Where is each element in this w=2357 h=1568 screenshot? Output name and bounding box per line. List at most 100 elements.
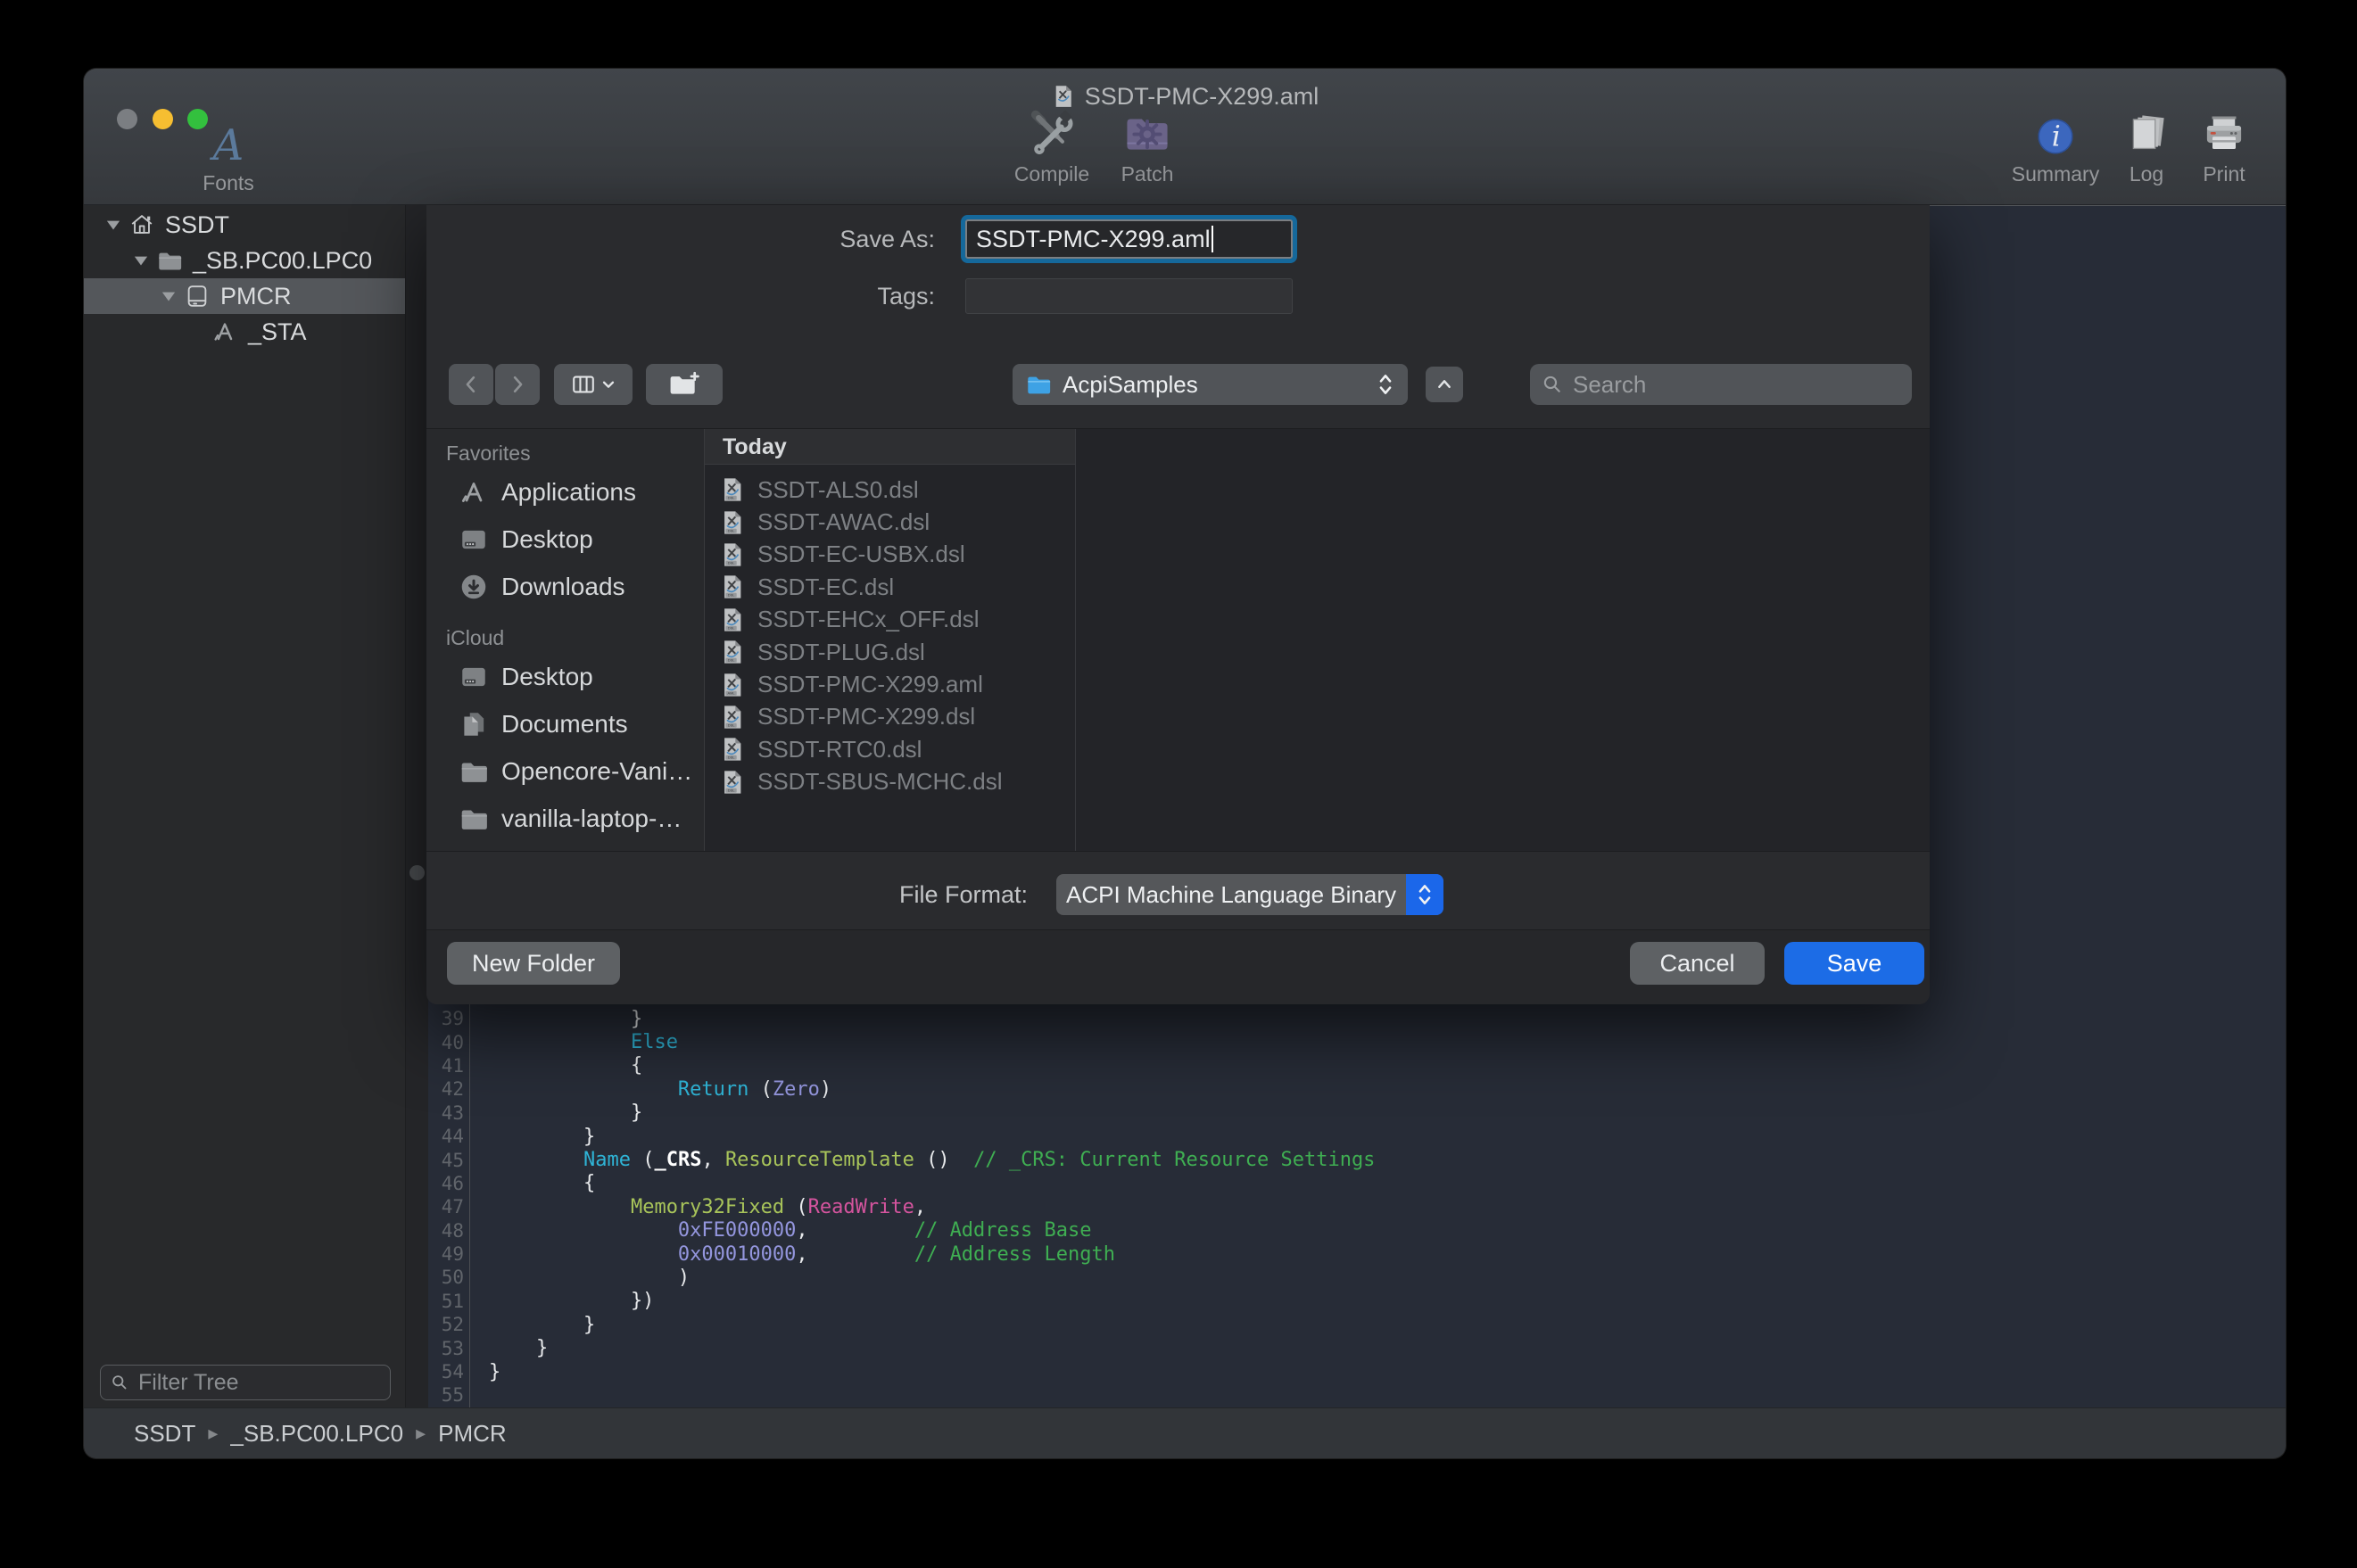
- chevron-right-icon: [506, 373, 529, 396]
- filter-tree-input[interactable]: [136, 1369, 381, 1397]
- line-number: 41: [428, 1055, 464, 1077]
- tree-item-label: _SB.PC00.LPC0: [193, 247, 372, 275]
- tags-input[interactable]: [965, 278, 1293, 314]
- file-list-pane: Today DSLSSDT-ALS0.dslDSLSSDT-AWAC.dslDS…: [705, 429, 1930, 851]
- column-view-icon: [570, 371, 597, 398]
- view-mode-button[interactable]: [554, 364, 633, 405]
- dialog-toolbar: AcpiSamples: [426, 364, 1930, 405]
- pane-splitter[interactable]: [406, 205, 428, 1407]
- file-row[interactable]: AMLSSDT-PMC-X299.aml: [705, 668, 1930, 700]
- file-browser: Favorites ApplicationsDesktopDownloads i…: [426, 428, 1930, 852]
- minimize-button[interactable]: [153, 109, 173, 129]
- file-row[interactable]: DSLSSDT-PMC-X299.dsl: [705, 701, 1930, 733]
- file-document-icon: AML: [719, 672, 746, 698]
- tree-item-_SB.PC00.LPC0[interactable]: _SB.PC00.LPC0: [84, 243, 405, 278]
- code-text: Memory32Fixed (ReadWrite,: [464, 1196, 926, 1218]
- search-field[interactable]: [1530, 364, 1912, 405]
- blue-folder-icon: [1025, 371, 1052, 398]
- line-number: 43: [428, 1102, 464, 1124]
- back-button[interactable]: [449, 364, 493, 405]
- filter-tree-box[interactable]: [100, 1365, 391, 1400]
- file-format-popup[interactable]: ACPI Machine Language Binary: [1056, 874, 1443, 915]
- code-line-41: 41 {: [428, 1054, 2286, 1077]
- device-icon: [184, 283, 211, 309]
- svg-text:DSL: DSL: [728, 561, 735, 565]
- sidebar-item-desktop[interactable]: Desktop: [426, 516, 704, 563]
- file-name: SSDT-ALS0.dsl: [757, 476, 919, 504]
- file-row[interactable]: DSL SSDT-RTC0.dsl: [705, 733, 1930, 765]
- breadcrumb-item: _SB.PC00.LPC0: [230, 1420, 403, 1448]
- file-format-label: File Format:: [426, 874, 1042, 915]
- file-row[interactable]: DSL SSDT-SBUS-MCHC.dsl: [705, 766, 1930, 798]
- file-name: SSDT-EC-USBX.dsl: [757, 541, 965, 568]
- file-document-icon: DSL: [719, 574, 746, 600]
- file-row[interactable]: DSLSSDT-PLUG.dsl: [705, 636, 1930, 668]
- line-number: 51: [428, 1291, 464, 1312]
- code-text: }: [464, 1102, 642, 1124]
- home-icon: [128, 211, 155, 238]
- file-name: SSDT-PLUG.dsl: [757, 639, 925, 666]
- icloud-header: iCloud: [426, 623, 704, 653]
- file-row[interactable]: DSL SSDT-EC-USBX.dsl: [705, 539, 1930, 571]
- patch-toolbar-button[interactable]: Patch: [1103, 104, 1192, 186]
- file-document-icon: DSL: [719, 769, 746, 796]
- file-row[interactable]: DSLSSDT-AWAC.dsl: [705, 506, 1930, 538]
- files-group-header: Today: [705, 429, 1075, 465]
- patch-folder-gear-icon: [1122, 108, 1172, 158]
- sidebar-item-downloads[interactable]: Downloads: [426, 563, 704, 610]
- file-row[interactable]: DSLSSDT-EC.dsl: [705, 571, 1930, 603]
- file-row[interactable]: DSLSSDT-ALS0.dsl: [705, 474, 1930, 506]
- print-label: Print: [2203, 162, 2245, 186]
- titlebar: SSDT-PMC-X299.aml A Fonts Compile Patch …: [84, 69, 2286, 205]
- sidebar-item-applications[interactable]: Applications: [426, 468, 704, 516]
- favorites-list: ApplicationsDesktopDownloads: [426, 468, 704, 610]
- popup-arrows-icon: [1376, 370, 1395, 399]
- tree-item-_STA[interactable]: _STA: [84, 314, 405, 350]
- code-line-51: 51 }): [428, 1290, 2286, 1313]
- search-input[interactable]: [1571, 370, 1901, 400]
- favorites-header: Favorites: [426, 438, 704, 468]
- new-folder-button[interactable]: New Folder: [447, 942, 620, 985]
- breadcrumb: SSDT▸_SB.PC00.LPC0▸PMCR: [134, 1420, 507, 1448]
- cancel-button[interactable]: Cancel: [1630, 942, 1765, 985]
- save-button[interactable]: Save: [1784, 942, 1924, 985]
- sidebar-item-desktop[interactable]: Desktop: [426, 653, 704, 700]
- code-line-47: 47 Memory32Fixed (ReadWrite,: [428, 1195, 2286, 1218]
- compile-toolbar-button[interactable]: Compile: [1003, 104, 1101, 186]
- file-name: SSDT-RTC0.dsl: [757, 736, 922, 763]
- sidebar-item-documents[interactable]: Documents: [426, 700, 704, 747]
- splitter-handle[interactable]: [409, 865, 425, 880]
- log-toolbar-button[interactable]: Log: [2111, 104, 2182, 186]
- disclosure-triangle-icon[interactable]: [103, 215, 123, 235]
- summary-toolbar-button[interactable]: i Summary: [2002, 104, 2109, 186]
- tree-item-PMCR[interactable]: PMCR: [84, 278, 405, 314]
- location-popup[interactable]: AcpiSamples: [1013, 364, 1408, 405]
- sidebar-item-vanilla-laptop-[interactable]: vanilla-laptop-…: [426, 795, 704, 842]
- up-directory-button[interactable]: [1426, 367, 1463, 402]
- code-line-52: 52 }: [428, 1313, 2286, 1336]
- tree-item-label: PMCR: [220, 283, 292, 310]
- fonts-toolbar-button[interactable]: A Fonts: [184, 113, 273, 195]
- svg-text:AML: AML: [728, 690, 736, 695]
- code-line-42: 42 Return (Zero): [428, 1077, 2286, 1101]
- forward-button[interactable]: [495, 364, 540, 405]
- svg-text:DSL: DSL: [728, 625, 735, 630]
- disclosure-triangle-icon[interactable]: [159, 286, 178, 306]
- downloads-icon: [459, 572, 489, 602]
- new-folder-toolbar-button[interactable]: [646, 364, 723, 405]
- code-text: Else: [464, 1031, 678, 1053]
- fonts-icon: A: [213, 124, 244, 167]
- svg-text:DSL: DSL: [728, 755, 735, 760]
- save-as-input[interactable]: SSDT-PMC-X299.aml: [965, 219, 1293, 259]
- print-toolbar-button[interactable]: Print: [2186, 104, 2262, 186]
- close-button[interactable]: [117, 109, 137, 129]
- appstore-icon: [211, 318, 238, 345]
- file-row[interactable]: DSLSSDT-EHCx_OFF.dsl: [705, 604, 1930, 636]
- patch-label: Patch: [1121, 162, 1174, 186]
- disclosure-triangle-icon[interactable]: [131, 251, 151, 270]
- sidebar-item-label: vanilla-laptop-…: [501, 805, 682, 833]
- file-name: SSDT-SBUS-MCHC.dsl: [757, 768, 1002, 796]
- code-text: ): [464, 1267, 690, 1289]
- tree-item-SSDT[interactable]: SSDT: [84, 207, 405, 243]
- sidebar-item-opencore-vani-[interactable]: Opencore-Vani…: [426, 747, 704, 795]
